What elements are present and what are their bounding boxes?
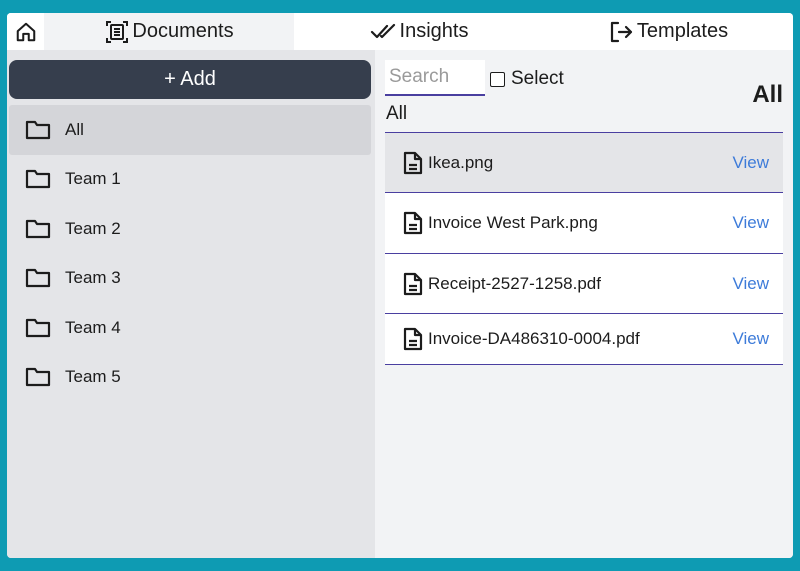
document-list: Ikea.png View Invoice West Park.png View… (385, 132, 783, 365)
folder-icon (25, 368, 51, 387)
double-check-icon (370, 23, 395, 38)
select-checkbox[interactable] (490, 71, 505, 87)
add-button[interactable]: + Add (9, 60, 371, 99)
document-row[interactable]: Ikea.png View (385, 133, 783, 193)
document-name: Receipt-2527-1258.pdf (428, 273, 601, 293)
folder-item-team-1[interactable]: Team 1 (9, 155, 371, 205)
view-link[interactable]: View (732, 329, 769, 349)
folder-icon (25, 219, 51, 238)
select-toggle[interactable]: Select (490, 68, 564, 90)
home-button[interactable] (7, 13, 44, 50)
tab-insights[interactable]: Insights (294, 13, 544, 50)
home-icon (16, 22, 35, 41)
folder-item-team-2[interactable]: Team 2 (9, 204, 371, 254)
view-link[interactable]: View (732, 153, 769, 173)
document-scan-icon (106, 20, 129, 43)
view-link[interactable]: View (732, 274, 769, 294)
document-row[interactable]: Receipt-2527-1258.pdf View (385, 254, 783, 314)
tab-templates-label: Templates (636, 20, 729, 42)
select-label: Select (511, 68, 564, 89)
tab-templates[interactable]: Templates (544, 13, 793, 50)
folder-list: All Team 1 Team 2 Team 3 Team 4 Team 5 (9, 105, 371, 402)
document-name: Ikea.png (428, 152, 494, 172)
folder-item-team-5[interactable]: Team 5 (9, 353, 371, 403)
folder-icon (25, 170, 51, 189)
app-window: Documents Insights Templates + Add All T… (7, 13, 793, 558)
folder-icon (25, 269, 51, 288)
export-icon (610, 21, 633, 42)
folder-item-team-4[interactable]: Team 4 (9, 303, 371, 353)
folder-icon (25, 318, 51, 337)
main-panel: Select All All Ikea.png View Invoice Wes… (375, 50, 793, 558)
folder-label: Team 5 (65, 367, 121, 387)
folder-item-all[interactable]: All (9, 105, 371, 155)
file-icon (403, 272, 423, 295)
top-navigation: Documents Insights Templates (7, 13, 793, 50)
folder-label: Team 3 (65, 268, 121, 288)
page-title: All (752, 81, 783, 108)
document-row[interactable]: Invoice-DA486310-0004.pdf View (385, 314, 783, 365)
tab-documents-label: Documents (132, 20, 234, 42)
folder-label: Team 4 (65, 317, 121, 337)
folder-item-team-3[interactable]: Team 3 (9, 254, 371, 304)
file-icon (403, 151, 423, 174)
filter-label: All (386, 103, 408, 124)
folder-label: All (65, 119, 84, 139)
tab-insights-label: Insights (399, 20, 469, 42)
sidebar: + Add All Team 1 Team 2 Team 3 Team 4 Te… (7, 50, 375, 558)
file-icon (403, 211, 423, 235)
folder-label: Team 2 (65, 218, 121, 238)
document-name: Invoice West Park.png (428, 213, 598, 232)
tab-documents[interactable]: Documents (44, 13, 294, 50)
view-link[interactable]: View (732, 213, 769, 233)
file-icon (403, 327, 423, 351)
search-input[interactable] (385, 60, 485, 96)
folder-label: Team 1 (65, 169, 121, 189)
document-name: Invoice-DA486310-0004.pdf (428, 329, 640, 348)
document-row[interactable]: Invoice West Park.png View (385, 193, 783, 254)
folder-icon (25, 120, 51, 139)
